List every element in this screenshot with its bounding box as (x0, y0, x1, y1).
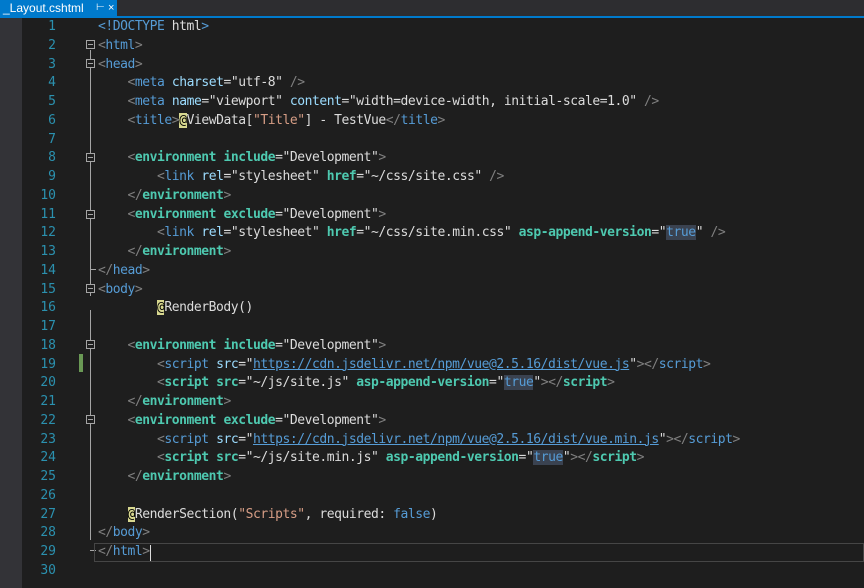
code-line-19: <script src="https://cdn.jsdelivr.net/np… (157, 356, 711, 372)
code-line-29: </html> (98, 544, 150, 559)
code-line-9: <link rel="stylesheet" href="~/css/site.… (157, 169, 504, 184)
code-line-10: </environment> (127, 187, 232, 203)
code-line-13: </environment> (127, 244, 232, 259)
pin-icon[interactable]: ⊢ (96, 0, 105, 16)
code-line-28: </body> (98, 525, 150, 541)
text-caret (150, 545, 151, 561)
code-line-1: <!DOCTYPE html> (98, 19, 209, 34)
code-line-5: <meta name="viewport" content="width=dev… (127, 94, 660, 109)
code-line-22: <environment exclude="Development"> (127, 412, 387, 428)
code-line-20: <script src="~/js/site.js" asp-append-ve… (157, 375, 615, 391)
code-line-3: <head> (98, 56, 143, 72)
tab-layout-cshtml[interactable]: _Layout.cshtml ⊢ × (0, 0, 117, 16)
tab-bar: _Layout.cshtml ⊢ × (0, 0, 864, 16)
code-editor[interactable]: 1 2 3 4 5 6 7 8 9 10 11 12 13 14 15 16 17 18 19 20 21 22 23 24 2… (0, 18, 864, 588)
close-icon[interactable]: × (108, 0, 114, 16)
code-line-12: <link rel="stylesheet" href="~/css/site.… (157, 225, 726, 241)
code-line-21: </environment> (127, 394, 232, 409)
code-line-4: <meta charset="utf-8" /> (127, 75, 306, 91)
vue-js-link[interactable]: https://cdn.jsdelivr.net/npm/vue@2.5.16/… (253, 357, 630, 372)
code-line-23: <script src="https://cdn.jsdelivr.net/np… (157, 431, 740, 447)
code-line-14: </head> (98, 262, 150, 278)
code-line-25: </environment> (127, 469, 232, 484)
code-line-11: <environment exclude="Development"> (127, 206, 387, 222)
tab-title: _Layout.cshtml (3, 1, 84, 15)
code-line-15: <body> (98, 281, 143, 297)
code-line-6: <title>@ViewData["Title"] - TestVue</tit… (127, 112, 445, 128)
code-line-24: <script src="~/js/site.min.js" asp-appen… (157, 450, 645, 466)
vue-min-js-link[interactable]: https://cdn.jsdelivr.net/npm/vue@2.5.16/… (253, 432, 659, 447)
code-line-16: @RenderBody() (157, 300, 253, 316)
code-line-18: <environment include="Development"> (127, 337, 387, 353)
code-line-2: <html> (98, 37, 143, 53)
code-line-27: @RenderSection("Scripts", required: fals… (127, 506, 438, 522)
code-line-8: <environment include="Development"> (127, 150, 387, 166)
